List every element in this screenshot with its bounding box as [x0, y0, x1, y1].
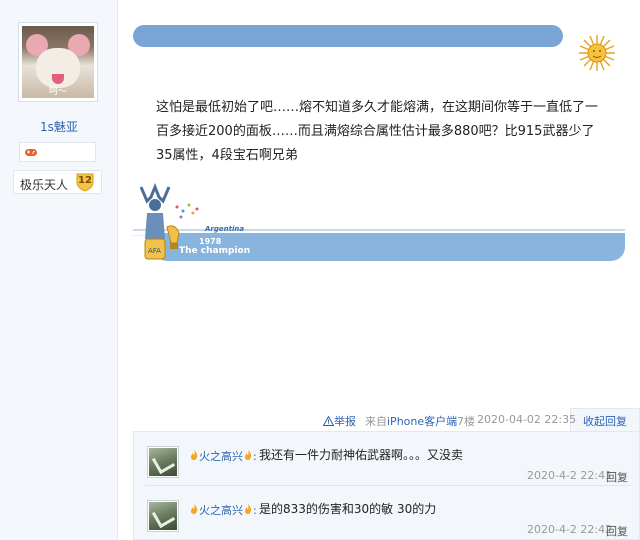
report-label: 举报: [334, 415, 356, 428]
client-prefix: 来自: [365, 415, 387, 428]
subreply-reply-button[interactable]: 回复: [606, 469, 628, 485]
subreply-time: 2020-4-2 22:42: [527, 523, 613, 536]
list-item: 火之高兴: 我还有一件力耐神佑武器啊。。。又没卖 2020-4-2 22:41 …: [134, 432, 640, 486]
subreply-avatar[interactable]: [147, 500, 179, 532]
avatar-caption: 呵～: [48, 87, 67, 97]
subreply-list: 火之高兴: 我还有一件力耐神佑武器啊。。。又没卖 2020-4-2 22:41 …: [133, 431, 640, 540]
avatar[interactable]: 呵～: [18, 22, 98, 102]
level-number: 12: [78, 175, 92, 186]
author-username[interactable]: 1s魅亚: [0, 118, 118, 135]
user-level[interactable]: 极乐天人 12: [13, 170, 102, 194]
user-badge-box[interactable]: [19, 142, 96, 162]
flame-icon: [245, 504, 252, 514]
subreply-text: 是的833的伤害和30的敏 30的力: [259, 502, 437, 516]
flame-icon: [245, 450, 252, 460]
subreply-avatar[interactable]: [147, 446, 179, 478]
subreply-reply-button[interactable]: 回复: [606, 523, 628, 539]
post-body: 这怕是最低初始了吧……熔不知道多久才能熔满，在这期间你等于一直低了一百多接近20…: [156, 100, 599, 163]
client-link[interactable]: iPhone客户端: [387, 415, 457, 428]
gamepad-icon: [25, 149, 37, 156]
flame-icon: [191, 450, 198, 460]
subreply-user[interactable]: 火之高兴:: [189, 448, 257, 464]
sun-of-may-icon: [579, 35, 615, 71]
level-badge: 12: [75, 173, 95, 192]
banner-country: Argentina: [205, 225, 245, 233]
avatar-image: 呵～: [22, 26, 94, 98]
warning-icon: [323, 416, 334, 426]
level-title: 极乐天人: [20, 178, 69, 192]
report-link[interactable]: 举报: [323, 413, 356, 429]
client-info: 来自iPhone客户端: [365, 413, 457, 429]
banner-title: The champion: [179, 246, 251, 256]
post-bubble-bar: [133, 25, 563, 47]
svg-text:AFA: AFA: [148, 247, 161, 255]
post-content: 这怕是最低初始了吧……熔不知道多久才能熔满，在这期间你等于一直低了一百多接近20…: [118, 0, 640, 540]
subreply-time: 2020-4-2 22:41: [527, 469, 613, 482]
subreply-user[interactable]: 火之高兴:: [189, 502, 257, 518]
subreply-text: 我还有一件力耐神佑武器啊。。。又没卖: [259, 448, 464, 462]
list-item: 火之高兴: 是的833的伤害和30的敏 30的力 2020-4-2 22:42 …: [134, 486, 640, 539]
author-panel: 呵～ 1s魅亚 极乐天人 12: [0, 0, 118, 540]
flame-icon: [191, 504, 198, 514]
floor-number: 7楼: [457, 415, 475, 428]
post-tail: 举报 来自iPhone客户端 7楼 2020-04-02 22:35 收起回复: [323, 413, 635, 429]
post-time: 2020-04-02 22:35: [477, 413, 577, 426]
signature-banner: AFA Argentina 1978 The champion: [133, 183, 625, 263]
collapse-reply-button[interactable]: 收起回复: [583, 413, 627, 429]
banner-year: 1978: [199, 237, 222, 246]
subreply-user-name: 火之高兴: [199, 450, 243, 463]
subreply-user-name: 火之高兴: [199, 504, 243, 517]
